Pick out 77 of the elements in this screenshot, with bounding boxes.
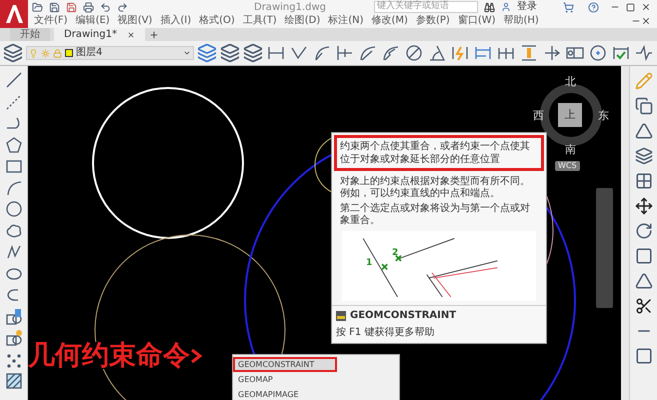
menu-item[interactable]: 工具(T)	[242, 16, 277, 26]
block-icon[interactable]	[4, 306, 24, 326]
compass-label[interactable]: 西	[533, 108, 544, 124]
pentagon-icon[interactable]	[4, 134, 24, 154]
adjust-space-icon[interactable]	[519, 43, 539, 63]
save-icon[interactable]	[49, 2, 60, 12]
chevron-down-icon[interactable]	[183, 49, 191, 57]
scissors-icon[interactable]	[634, 297, 652, 315]
layer-color-swatch	[65, 49, 73, 57]
hatch-icon[interactable]	[4, 371, 24, 391]
menu-item[interactable]: 文件(F)	[34, 16, 68, 26]
open-icon[interactable]	[32, 2, 43, 12]
menu-item[interactable]: 修改(M)	[372, 16, 408, 26]
move-icon[interactable]	[634, 197, 652, 215]
center-mark-icon[interactable]	[588, 43, 608, 63]
window-title: Drawing1.dwg	[254, 0, 327, 14]
ucs-menu[interactable]: WCS	[555, 161, 580, 171]
layer-name: 图层4	[76, 48, 102, 58]
close-icon[interactable]	[641, 2, 651, 12]
autocomplete-item[interactable]: GEOMAP	[233, 372, 399, 387]
compass-label[interactable]: 北	[565, 74, 576, 90]
point-label: 1	[366, 257, 372, 270]
add-tab-icon[interactable]	[148, 30, 159, 40]
array-icon[interactable]	[634, 172, 652, 190]
cart-icon[interactable]	[563, 2, 574, 12]
layer-state-icon[interactable]	[243, 43, 263, 63]
menu-item[interactable]: 编辑(E)	[76, 16, 110, 26]
menu-item[interactable]: 标注(N)	[328, 16, 364, 26]
angular-icon[interactable]	[427, 43, 447, 63]
menu-item[interactable]: 帮助(H)	[504, 16, 539, 26]
command-name: GEOMCONSTRAINT	[350, 309, 456, 323]
point-label: 2	[392, 247, 398, 260]
menu-item[interactable]: 格式(O)	[199, 16, 235, 26]
redo-icon[interactable]	[117, 2, 128, 12]
help-icon[interactable]	[588, 2, 599, 12]
rotate-icon[interactable]	[634, 222, 652, 240]
view-cube-face[interactable]: 上	[558, 103, 582, 127]
menu-item[interactable]: 绘图(D)	[284, 16, 320, 26]
help-hint: 按 F1 键获得更多帮助	[335, 326, 436, 340]
search-icon[interactable]	[484, 2, 495, 12]
compass-label[interactable]: 南	[565, 142, 576, 158]
break-dimension-icon[interactable]	[542, 43, 562, 63]
app-logo[interactable]	[0, 0, 28, 28]
menu-item[interactable]: 视图(V)	[118, 16, 152, 26]
layer-dropdown[interactable]: 图层4	[26, 46, 194, 60]
menu-item[interactable]: 窗口(W)	[458, 16, 496, 26]
tooltip-text: 第二个选定点或对象将设为与第一个点或对象重合。	[339, 202, 531, 227]
print-icon[interactable]	[83, 2, 94, 12]
copy-icon[interactable]	[634, 97, 652, 115]
diameter-icon[interactable]	[404, 43, 424, 63]
circle-icon[interactable]	[4, 199, 24, 219]
layer-properties-icon[interactable]	[3, 43, 23, 63]
close-icon[interactable]	[641, 16, 651, 26]
triangle-icon[interactable]	[634, 122, 652, 140]
sign-in-button[interactable]: 登录	[517, 2, 537, 12]
layer-previous-icon[interactable]	[220, 43, 240, 63]
autocomplete-item[interactable]: GEOMAPIMAGE	[233, 387, 399, 400]
scrollbar[interactable]	[621, 66, 629, 400]
search-field[interactable]: 键入关键字或短语	[374, 1, 478, 13]
command-icon	[336, 310, 346, 320]
block-star-icon[interactable]	[4, 328, 24, 348]
close-icon[interactable]	[126, 30, 135, 38]
autocomplete-item[interactable]: GEOMCONSTRAINT	[233, 357, 337, 372]
maximize-icon[interactable]	[626, 2, 635, 12]
tooltip-summary: 约束两个点使其重合，或者约束一个点使其位于对象或对象延长部分的任意位置	[334, 135, 544, 171]
ordinate-dimension-icon[interactable]	[335, 43, 355, 63]
undo-icon[interactable]	[100, 2, 111, 12]
document-tab[interactable]: 开始	[10, 28, 50, 41]
layer-match-icon[interactable]	[197, 43, 217, 63]
user-icon[interactable]	[501, 2, 511, 12]
document-tab[interactable]: Drawing1*	[54, 28, 145, 41]
compass-label[interactable]: 东	[598, 108, 609, 124]
tooltip-text: 对象上的约束点根据对象类型而有所不同。例如，可以约束直线的中点和端点。	[339, 174, 531, 200]
jogged-line-icon[interactable]	[634, 43, 654, 63]
menu-item[interactable]: 插入(I)	[160, 16, 192, 26]
menu-item[interactable]: 参数(P)	[416, 16, 450, 26]
save-as-icon[interactable]	[66, 2, 77, 12]
